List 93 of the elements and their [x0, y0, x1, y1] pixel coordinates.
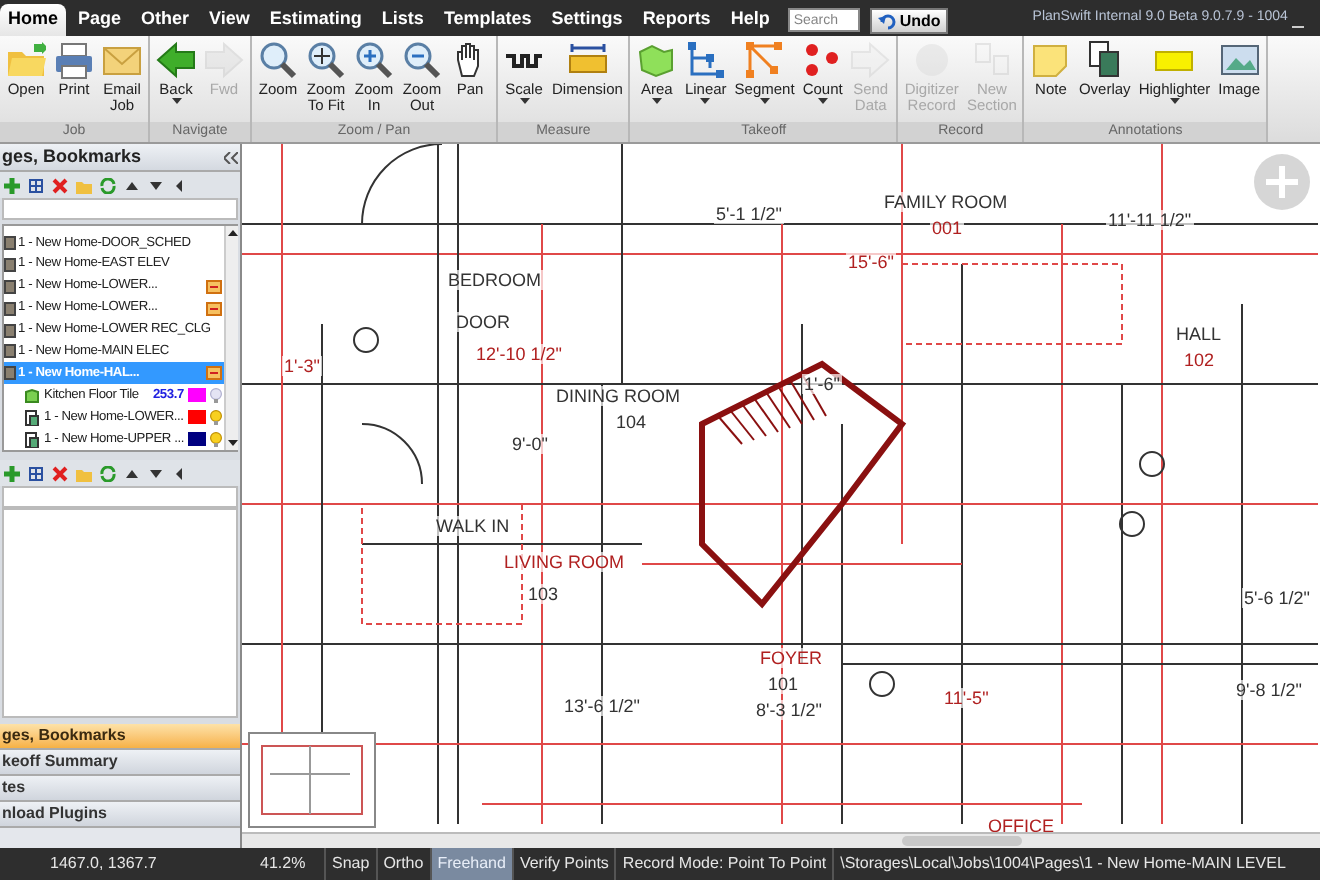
plan-label: FOYER: [758, 648, 825, 668]
plan-label: LIVING ROOM: [502, 552, 627, 572]
plan-label: 104: [614, 412, 649, 432]
menu-tab[interactable]: Estimating: [261, 4, 370, 36]
plan-label: OFFICE: [986, 816, 1056, 832]
refresh-icon: [100, 177, 116, 193]
minimize-button[interactable]: [1291, 26, 1304, 28]
accordion-tab[interactable]: nload Plugins: [0, 802, 240, 828]
plan-label: 8'-3 1/2": [754, 700, 824, 720]
zoom-out-icon: [402, 40, 442, 80]
dots-icon: [802, 40, 843, 80]
plan-label: 15'-6": [846, 252, 896, 272]
plan-label: HALL: [1174, 324, 1224, 344]
down-icon: [225, 436, 240, 450]
plan-label: 1'-6": [802, 374, 842, 394]
pages-icon: [24, 409, 40, 426]
refresh-icon: [100, 465, 116, 481]
plus-icon: [4, 177, 20, 193]
status-toggle[interactable]: Verify Points: [513, 848, 617, 880]
folder-icon: [76, 465, 92, 481]
arrow-left-icon: [156, 40, 196, 80]
filter-field[interactable]: [2, 198, 238, 220]
horizontal-scrollbar[interactable]: [242, 832, 1320, 848]
menu-tab[interactable]: Home: [0, 4, 67, 36]
plan-label: 11'-11 1/2": [1106, 210, 1194, 230]
down-icon: [148, 465, 164, 481]
collapse-icon: [224, 151, 238, 163]
plan-label: FAMILY ROOM: [882, 192, 1010, 212]
picture-icon: [1219, 40, 1260, 80]
record-mode-text: Record Mode: Point To Point: [616, 848, 835, 880]
plan-label: DOOR: [454, 312, 512, 332]
accordion-tab[interactable]: tes: [0, 776, 240, 802]
plan-label: 001: [930, 218, 965, 238]
plan-label: 1'-3": [282, 356, 322, 376]
status-toggle[interactable]: Snap: [326, 848, 378, 880]
pan-control-icon: [1252, 152, 1312, 212]
printer-icon: [54, 40, 94, 80]
panel-title: ges, Bookmarks: [2, 143, 142, 170]
coordinates-text: 1467.0, 1367.7: [50, 852, 159, 876]
plan-label: 13'-6 1/2": [562, 696, 642, 716]
filter-field[interactable]: [2, 486, 238, 508]
plan-label: BEDROOM: [446, 270, 544, 290]
up-icon: [124, 177, 140, 193]
plan-label: DINING ROOM: [554, 386, 682, 406]
delete-icon: [52, 465, 68, 481]
folder-icon: [76, 177, 92, 193]
zoom-fit-icon: [306, 40, 346, 80]
polyline-icon: [685, 40, 726, 80]
shape-icon: [636, 40, 677, 80]
segment-icon: [744, 40, 785, 80]
plan-label: 11'-5": [942, 688, 991, 708]
plan-label: 103: [526, 584, 561, 604]
plan-label: 12'-10 1/2": [474, 344, 564, 364]
left-icon: [172, 465, 188, 481]
folder-icon: [6, 40, 46, 80]
up-icon: [225, 226, 240, 240]
menu-tab[interactable]: Help: [722, 4, 778, 36]
undo-button[interactable]: Undo: [869, 8, 949, 34]
menu-tab[interactable]: Settings: [543, 4, 631, 36]
overlay-icon: [1084, 40, 1125, 80]
plan-label: 9'-8 1/2": [1234, 680, 1304, 700]
menu-tab[interactable]: Templates: [435, 4, 540, 36]
grid-icon: [28, 177, 44, 193]
file-path-text: \Storages\Local\Jobs\1004\Pages\1 - New Home-MAIN LEVEL: [838, 852, 1288, 876]
left-icon: [172, 177, 188, 193]
pages-icon: [971, 40, 1012, 80]
delete-icon: [52, 177, 68, 193]
arrow-right-icon: [204, 40, 244, 80]
zoom-in-icon: [354, 40, 394, 80]
magnifier-icon: [258, 40, 298, 80]
plan-label: 102: [1182, 350, 1217, 370]
vertical-scrollbar[interactable]: [223, 226, 238, 450]
plan-label: 5'-6 1/2": [1242, 588, 1312, 608]
up-icon: [124, 465, 140, 481]
menu-tab[interactable]: Lists: [373, 4, 432, 36]
down-icon: [148, 177, 164, 193]
menu-tab[interactable]: View: [201, 4, 258, 36]
zoom-level: 41.2%: [260, 848, 326, 880]
arrow-right-icon: [850, 40, 891, 80]
area-icon: [24, 387, 40, 404]
accordion-tab[interactable]: ges, Bookmarks: [0, 724, 240, 750]
undo-icon: [877, 13, 896, 29]
plan-label: 101: [766, 674, 801, 694]
plan-label: WALK IN: [434, 516, 512, 536]
plan-label: 5'-1 1/2": [714, 204, 784, 224]
accordion-tab[interactable]: keoff Summary: [0, 750, 240, 776]
sticky-note-icon: [1030, 40, 1071, 80]
menu-tab[interactable]: Other: [133, 4, 198, 36]
plus-icon: [4, 465, 20, 481]
grid-icon: [28, 465, 44, 481]
menu-tab[interactable]: Reports: [634, 4, 719, 36]
plan-label: 9'-0": [510, 434, 550, 454]
menu-tab[interactable]: Page: [70, 4, 130, 36]
